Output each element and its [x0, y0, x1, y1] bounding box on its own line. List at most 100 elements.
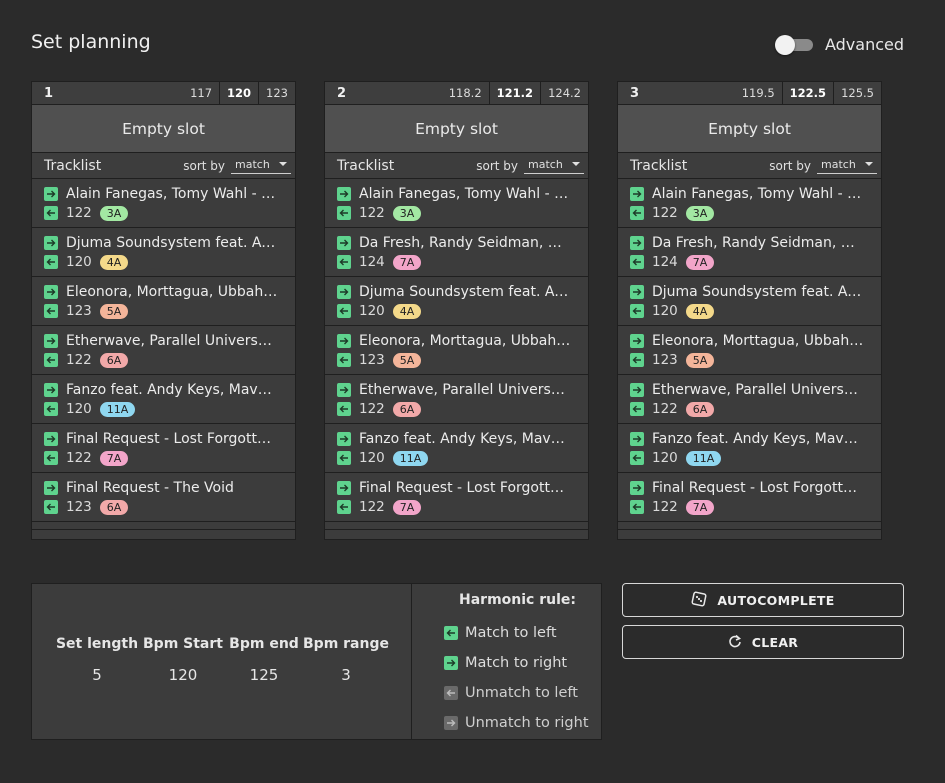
track-meta-row: 123 5A	[44, 302, 289, 320]
arrow-right-icon	[337, 432, 351, 446]
bpm-high: 125.5	[833, 82, 881, 104]
arrow-left-icon	[44, 402, 58, 416]
list-item[interactable]: Final Request - Lost Forgotten (Original…	[325, 473, 588, 522]
arrow-right-icon	[44, 481, 58, 495]
toggle-knob	[774, 34, 795, 55]
arrow-left-icon	[337, 255, 351, 269]
key-badge: 7A	[392, 499, 422, 515]
arrow-right-icon	[337, 187, 351, 201]
sort-select[interactable]: match	[817, 158, 877, 174]
track-title-row: Etherwave, Parallel Universe - Green	[630, 380, 875, 400]
list-item[interactable]: Da Fresh, Randy Seidman, Beckers 124 7A	[618, 228, 881, 277]
track-bpm: 120	[359, 303, 385, 319]
track-title-row: Etherwave, Parallel Universe - Green	[337, 380, 582, 400]
arrow-right-icon	[337, 334, 351, 348]
list-item[interactable]: Eleonora, Morttagua, Ubbah, Stephan 123 …	[32, 277, 295, 326]
arrow-right-icon	[44, 432, 58, 446]
track-title-row: Eleonora, Morttagua, Ubbah, Stephan	[630, 331, 875, 351]
list-item[interactable]: Eleonora, Morttagua, Ubbah, Stephan 123 …	[325, 326, 588, 375]
list-item[interactable]: Alain Fanegas, Tomy Wahl - Hidden 122 3A	[325, 179, 588, 228]
legend-label: Match to left	[465, 625, 557, 641]
arrow-left-icon	[630, 402, 644, 416]
list-item[interactable]: Fanzo feat. Andy Keys, Mavuthela 120 11A	[325, 424, 588, 473]
stat-value: 5	[92, 666, 102, 684]
list-item[interactable]: Etherwave, Parallel Universe - Green 122…	[325, 375, 588, 424]
track-bpm: 122	[652, 401, 678, 417]
track-bpm: 122	[66, 352, 92, 368]
track-meta-row: 120 11A	[337, 449, 582, 467]
harmonic-rule-legend: Harmonic rule: Match to left Match to ri…	[412, 584, 601, 739]
arrow-right-icon	[630, 334, 644, 348]
list-item[interactable]: Djuma Soundsystem feat. Aero Manyelo 120…	[618, 277, 881, 326]
key-badge: 5A	[392, 352, 422, 368]
slot-number: 1	[44, 85, 54, 101]
track-meta-row: 120 4A	[337, 302, 582, 320]
bpm-low: 117	[190, 86, 213, 100]
track-meta-row: 122 3A	[630, 204, 875, 222]
track-meta-row: 124 7A	[337, 253, 582, 271]
track-name: Eleonora, Morttagua, Ubbah, Stephan	[652, 333, 864, 349]
list-item[interactable]: Fanzo feat. Andy Keys, Mavuthela 120 11A	[618, 424, 881, 473]
bpm-high: 124.2	[540, 82, 588, 104]
list-item[interactable]: Djuma Soundsystem feat. Aero Manyelo 120…	[32, 228, 295, 277]
empty-slot-button[interactable]: Empty slot	[618, 105, 881, 153]
sort-select[interactable]: match	[231, 158, 291, 174]
arrow-left-icon	[44, 451, 58, 465]
arrow-right-icon	[444, 716, 458, 730]
list-item[interactable]: Djuma Soundsystem feat. Aero Manyelo 120…	[325, 277, 588, 326]
chevron-down-icon	[865, 162, 873, 166]
list-item[interactable]: Etherwave, Parallel Universe - Green 122…	[32, 326, 295, 375]
list-item[interactable]: Final Request - The Void 123 6A	[32, 473, 295, 522]
arrow-left-icon	[630, 304, 644, 318]
key-badge: 4A	[99, 254, 129, 270]
legend-match-right: Match to right	[444, 648, 601, 678]
list-item[interactable]: Alain Fanegas, Tomy Wahl - Hidden 122 3A	[618, 179, 881, 228]
list-item[interactable]: Alain Fanegas, Tomy Wahl - Hidden 122 3A	[32, 179, 295, 228]
refresh-icon	[728, 634, 742, 651]
stat-label: Bpm range	[303, 636, 389, 652]
bpm-target: 121.2	[488, 82, 540, 104]
stat-value: 120	[168, 666, 198, 684]
list-item[interactable]: Final Request - Lost Forgotten (Original…	[618, 473, 881, 522]
empty-slot-button[interactable]: Empty slot	[325, 105, 588, 153]
list-item[interactable]: Da Fresh, Randy Seidman, Beckers 124 7A	[325, 228, 588, 277]
set-stats: Set length 5 Bpm Start 120 Bpm end 125 B…	[32, 584, 412, 739]
arrow-right-icon	[337, 481, 351, 495]
arrow-right-icon	[630, 285, 644, 299]
track-name: Djuma Soundsystem feat. Aero Manyelo	[66, 235, 278, 251]
stat-bpm-start: Bpm Start 120	[140, 636, 226, 739]
key-badge: 4A	[685, 303, 715, 319]
list-item[interactable]: Eleonora, Morttagua, Ubbah, Stephan 123 …	[618, 326, 881, 375]
clear-button[interactable]: CLEAR	[622, 625, 904, 659]
stat-value: 3	[341, 666, 351, 684]
tracklist-title: Tracklist	[44, 157, 102, 174]
track-bpm: 122	[359, 205, 385, 221]
advanced-toggle[interactable]	[774, 34, 813, 55]
arrow-left-icon	[44, 353, 58, 367]
key-badge: 5A	[99, 303, 129, 319]
track-meta-row: 124 7A	[630, 253, 875, 271]
track-name: Fanzo feat. Andy Keys, Mavuthela	[359, 431, 571, 447]
track-title-row: Fanzo feat. Andy Keys, Mavuthela	[630, 429, 875, 449]
track-bpm: 122	[359, 499, 385, 515]
empty-slot-button[interactable]: Empty slot	[32, 105, 295, 153]
bpm-low: 119.5	[741, 86, 775, 100]
clear-label: CLEAR	[751, 634, 799, 650]
stat-label: Set length	[55, 636, 139, 652]
track-bpm: 124	[359, 254, 385, 270]
track-meta-row: 122 7A	[337, 498, 582, 516]
track-title-row: Fanzo feat. Andy Keys, Mavuthela	[44, 380, 289, 400]
track-title-row: Eleonora, Morttagua, Ubbah, Stephan	[44, 282, 289, 302]
list-item[interactable]: Final Request - Lost Forgotten (Original…	[32, 424, 295, 473]
autocomplete-button[interactable]: AUTOCOMPLETE	[622, 583, 904, 617]
arrow-left-icon	[630, 353, 644, 367]
track-name: Djuma Soundsystem feat. Aero Manyelo	[652, 284, 864, 300]
track-meta-row: 120 11A	[630, 449, 875, 467]
sort-label: sort by	[183, 158, 225, 173]
track-title-row: Djuma Soundsystem feat. Aero Manyelo	[630, 282, 875, 302]
list-item[interactable]: Etherwave, Parallel Universe - Green 122…	[618, 375, 881, 424]
arrow-left-icon	[630, 451, 644, 465]
sort-select[interactable]: match	[524, 158, 584, 174]
arrow-right-icon	[337, 285, 351, 299]
list-item[interactable]: Fanzo feat. Andy Keys, Mavuthela 120 11A	[32, 375, 295, 424]
